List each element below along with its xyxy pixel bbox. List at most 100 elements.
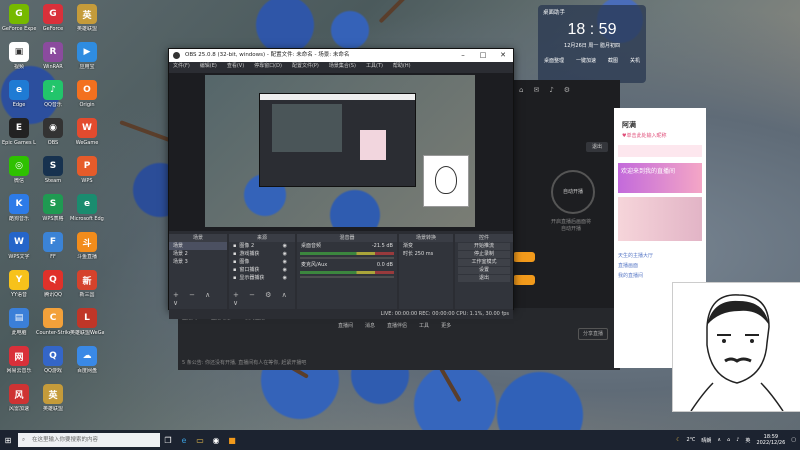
desktop-icon[interactable]: L 英雄联盟WeGame版 [70,308,104,346]
start-windows-icon[interactable]: ⊞ [0,432,16,448]
source-item[interactable]: ▪ 窗口捕获 ◉ [229,266,295,274]
file-explorer-icon[interactable]: ▭ [192,432,208,448]
stream-tool[interactable]: 更多 [441,322,451,329]
chevron-up-icon[interactable]: ∧ [717,437,721,443]
notification-icon[interactable]: ▢ [791,437,796,443]
desktop-icon[interactable]: ▤ 此电脑 [2,308,36,346]
desktop-icon[interactable]: 风风雷加速 [2,384,36,422]
source-item[interactable]: ▪ 游戏捕获 ◉ [229,250,295,258]
desktop-icon[interactable]: C Counter-Strike [36,308,70,346]
eye-icon[interactable]: ◉ [283,250,287,258]
desktop-icon[interactable]: ◎ 微信 [2,156,36,194]
minimize-icon[interactable]: – [453,49,473,62]
desktop-icon[interactable]: S Steam [36,156,70,194]
share-live-button[interactable]: 分享直播 [578,328,608,340]
volume-slider[interactable] [300,257,394,259]
auto-live-button[interactable]: 自动开播 [551,170,595,214]
close-icon[interactable]: ✕ [493,49,513,62]
stream-tool[interactable]: 工具 [419,322,429,329]
stream-tool[interactable]: 直播伴侣 [387,322,407,329]
control-button[interactable]: 停止录制 [458,251,510,258]
gift-icon[interactable]: ✉ [533,86,539,94]
scene-item[interactable]: 场景 3 [169,258,227,266]
desktop-icon[interactable]: W WeGame [70,118,104,156]
clock-action[interactable]: 一键加速 [576,57,596,64]
exit-button[interactable]: 退出 [586,142,608,152]
desktop-icon[interactable]: P WPS [70,156,104,194]
input-language[interactable]: 英 [745,437,750,444]
desktop-icon[interactable]: R WinRAR [36,42,70,80]
source-item[interactable]: ▪ 图像 2 ◉ [229,242,295,250]
obs-window[interactable]: OBS 25.0.8 (32-bit, windows) - 配置文件: 未命名… [168,48,514,319]
eye-icon[interactable]: ◉ [283,266,287,274]
menu-item[interactable]: 编辑(E) [200,62,217,71]
gear-icon[interactable]: ⚙ [564,86,570,94]
desktop-icon[interactable]: ☁ 百度网盘 [70,346,104,384]
chat-list-item[interactable]: 天生的主播大厅 [618,252,702,259]
taskbar-clock[interactable]: 18:59 2022/12/26 [756,434,785,446]
transition-duration[interactable]: 时长 250 ms [399,250,453,258]
chat-banner[interactable]: 欢迎来到我的直播间 [618,163,702,193]
volume-slider[interactable] [300,276,394,278]
chat-list-item[interactable]: 直播画面 [618,262,702,269]
chat-tabs[interactable] [618,145,702,157]
bell-icon[interactable]: ♪ [549,86,553,94]
scene-item[interactable]: 场景 [169,242,227,250]
source-tools[interactable]: + − ⚙ ∧ ∨ [233,291,295,307]
maximize-icon[interactable]: □ [473,49,493,62]
obs-titlebar[interactable]: OBS 25.0.8 (32-bit, windows) - 配置文件: 未命名… [169,49,513,62]
desktop-icon[interactable]: W WPS文字 [2,232,36,270]
desktop-icon[interactable]: ▣ 视频 [2,42,36,80]
desktop-icon[interactable]: E Epic Games Launcher [2,118,36,156]
clock-action[interactable]: 关机 [630,57,640,64]
source-item[interactable]: ▪ 显示器捕获 ◉ [229,274,295,282]
source-item[interactable]: ▪ 图像 ◉ [229,258,295,266]
control-button[interactable]: 退出 [458,275,510,282]
menu-item[interactable]: 配置文件(P) [292,62,319,71]
eye-icon[interactable]: ◉ [283,258,287,266]
volume-icon[interactable]: ♪ [736,437,739,443]
desktop-icon[interactable]: O Origin [70,80,104,118]
desktop-icon[interactable]: 网网易云音乐 [2,346,36,384]
edge-icon[interactable]: e [176,432,192,448]
stream-app-taskbar-icon[interactable]: ■ [224,432,240,448]
eye-icon[interactable]: ◉ [283,242,287,250]
network-icon[interactable]: ⌂ [727,437,730,443]
desktop-icon[interactable]: G GeForce [36,4,70,42]
desktop-icon[interactable]: F FF [36,232,70,270]
control-button[interactable]: 工作室模式 [458,259,510,266]
desktop-icon[interactable]: 英英雄联盟 [70,4,104,42]
desktop-icon[interactable]: 斗斗鱼直播 [70,232,104,270]
orange-toggle[interactable] [513,252,535,262]
desktop-icon[interactable]: Q 腾讯QQ [36,270,70,308]
menu-item[interactable]: 查看(V) [227,62,244,71]
control-button[interactable]: 开始推流 [458,243,510,250]
desktop-icon[interactable]: e Microsoft Edge [70,194,104,232]
menu-item[interactable]: 停靠窗口(D) [254,62,282,71]
desktop-icon[interactable]: 英英雄联盟 [36,384,70,422]
clock-action[interactable]: 桌面整理 [544,57,564,64]
scene-tools[interactable]: + − ∧ ∨ [173,291,227,307]
desktop-icon[interactable]: Y YY语音 [2,270,36,308]
desktop-icon[interactable]: ♪ QQ音乐 [36,80,70,118]
desktop-icon[interactable]: ◉ OBS [36,118,70,156]
clock-action[interactable]: 截图 [608,57,618,64]
desktop-icon[interactable]: Q QQ游戏 [36,346,70,384]
menu-item[interactable]: 文件(F) [173,62,190,71]
obs-taskbar-icon[interactable]: ◉ [208,432,224,448]
desktop-icon[interactable]: e Edge [2,80,36,118]
desktop-icon[interactable]: 新新三国 [70,270,104,308]
scene-item[interactable]: 场景 2 [169,250,227,258]
transition-fade-select[interactable]: 渐变 [399,242,453,250]
task-view-icon[interactable]: ❐ [160,432,176,448]
menu-item[interactable]: 工具(T) [366,62,383,71]
orange-toggle[interactable] [513,275,535,285]
clock-widget[interactable]: 桌面助手 18 : 59 12月26日 周一 腊月初四 桌面整理 一键加速 截图 关机 [538,5,646,83]
menu-item[interactable]: 场景集合(S) [329,62,356,71]
chat-list-item[interactable]: 我的直播间 [618,272,702,279]
taskbar-search[interactable]: ⌕ 在这里输入你要搜索的内容 [18,433,160,447]
desktop-icon[interactable]: K 酷狗音乐 [2,194,36,232]
control-button[interactable]: 设置 [458,267,510,274]
desktop-icon[interactable]: S WPS表格 [36,194,70,232]
obs-preview[interactable] [169,73,513,231]
